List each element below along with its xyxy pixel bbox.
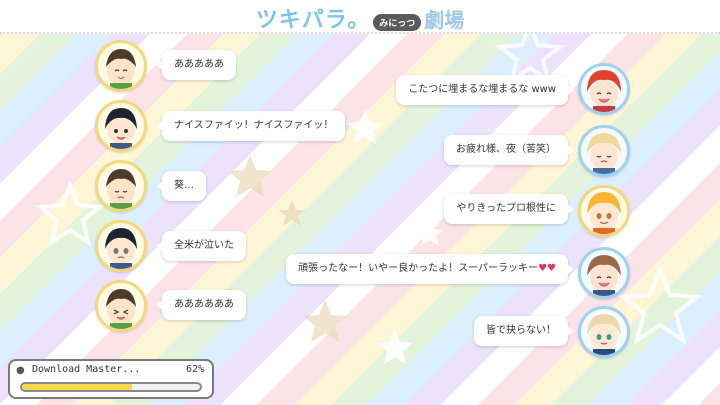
chat-bubble-right-5: 皆で抉らない！ — [474, 316, 574, 346]
blonde-hair-icon — [578, 125, 630, 177]
chat-message: ああああああ — [174, 299, 234, 310]
download-percent: 62% — [185, 364, 204, 375]
chat-message: お疲れ様、夜（苦笑） — [456, 144, 556, 155]
download-progress-fill — [22, 384, 133, 390]
chat-bubble-right-4: 頑張ったなー！いやー良かったよ！スーパーラッキー♥♥ — [286, 254, 574, 284]
download-title: Download Master... — [32, 364, 141, 375]
download-panel: ● Download Master... 62% — [8, 359, 214, 399]
chat-message: ナイスファイッ！ナイスファイッ！ — [174, 120, 334, 131]
download-progress-bar — [20, 382, 202, 392]
chat-bubble-left-5: ああああああ — [156, 290, 246, 320]
haru-icon — [95, 220, 147, 272]
chat-bubble-left-4: 全米が泣いた — [156, 231, 246, 261]
haru-icon — [95, 100, 147, 152]
chat-bubble-left-2: ナイスファイッ！ナイスファイッ！ — [155, 111, 346, 141]
orange-hair-icon — [578, 185, 630, 237]
hajime-icon — [95, 160, 147, 212]
chat-message: こたつに埋まるな埋まるな www — [408, 84, 556, 95]
heart-icon: ♥♥ — [538, 263, 556, 274]
game-logo: ツキパラ。 みにっつ 劇場 — [0, 2, 720, 34]
paw-icon: ● — [16, 365, 25, 376]
brown-hair-icon — [578, 247, 630, 299]
light-blonde-icon — [578, 306, 630, 358]
hajime-icon — [95, 40, 147, 92]
chat-bubble-left-3: 葵… — [156, 171, 206, 201]
red-hair-icon — [578, 63, 630, 115]
hajime-icon — [95, 280, 147, 332]
chat-message: 皆で抉らない！ — [486, 325, 556, 336]
chat-bubble-left-1: あああああ — [156, 50, 236, 80]
top-header: ツキパラ。 みにっつ 劇場 — [0, 0, 720, 34]
logo-subtitle: みにっつ — [373, 14, 422, 31]
chat-message: やりきったプロ根性に — [456, 203, 556, 214]
chat-bubble-right-3: やりきったプロ根性に — [444, 194, 574, 224]
logo-theater: 劇場 — [424, 8, 465, 32]
chat-message: 頑張ったなー！いやー良かったよ！スーパーラッキー♥♥ — [298, 263, 556, 274]
chat-message: 葵… — [174, 180, 194, 191]
chat-bubble-right-1: こたつに埋まるな埋まるな www — [396, 75, 574, 105]
chat-bubble-right-2: お疲れ様、夜（苦笑） — [444, 135, 574, 165]
logo-title: ツキパラ。 — [255, 8, 371, 33]
chat-message: あああああ — [174, 59, 224, 70]
chat-message: 全米が泣いた — [174, 240, 234, 251]
